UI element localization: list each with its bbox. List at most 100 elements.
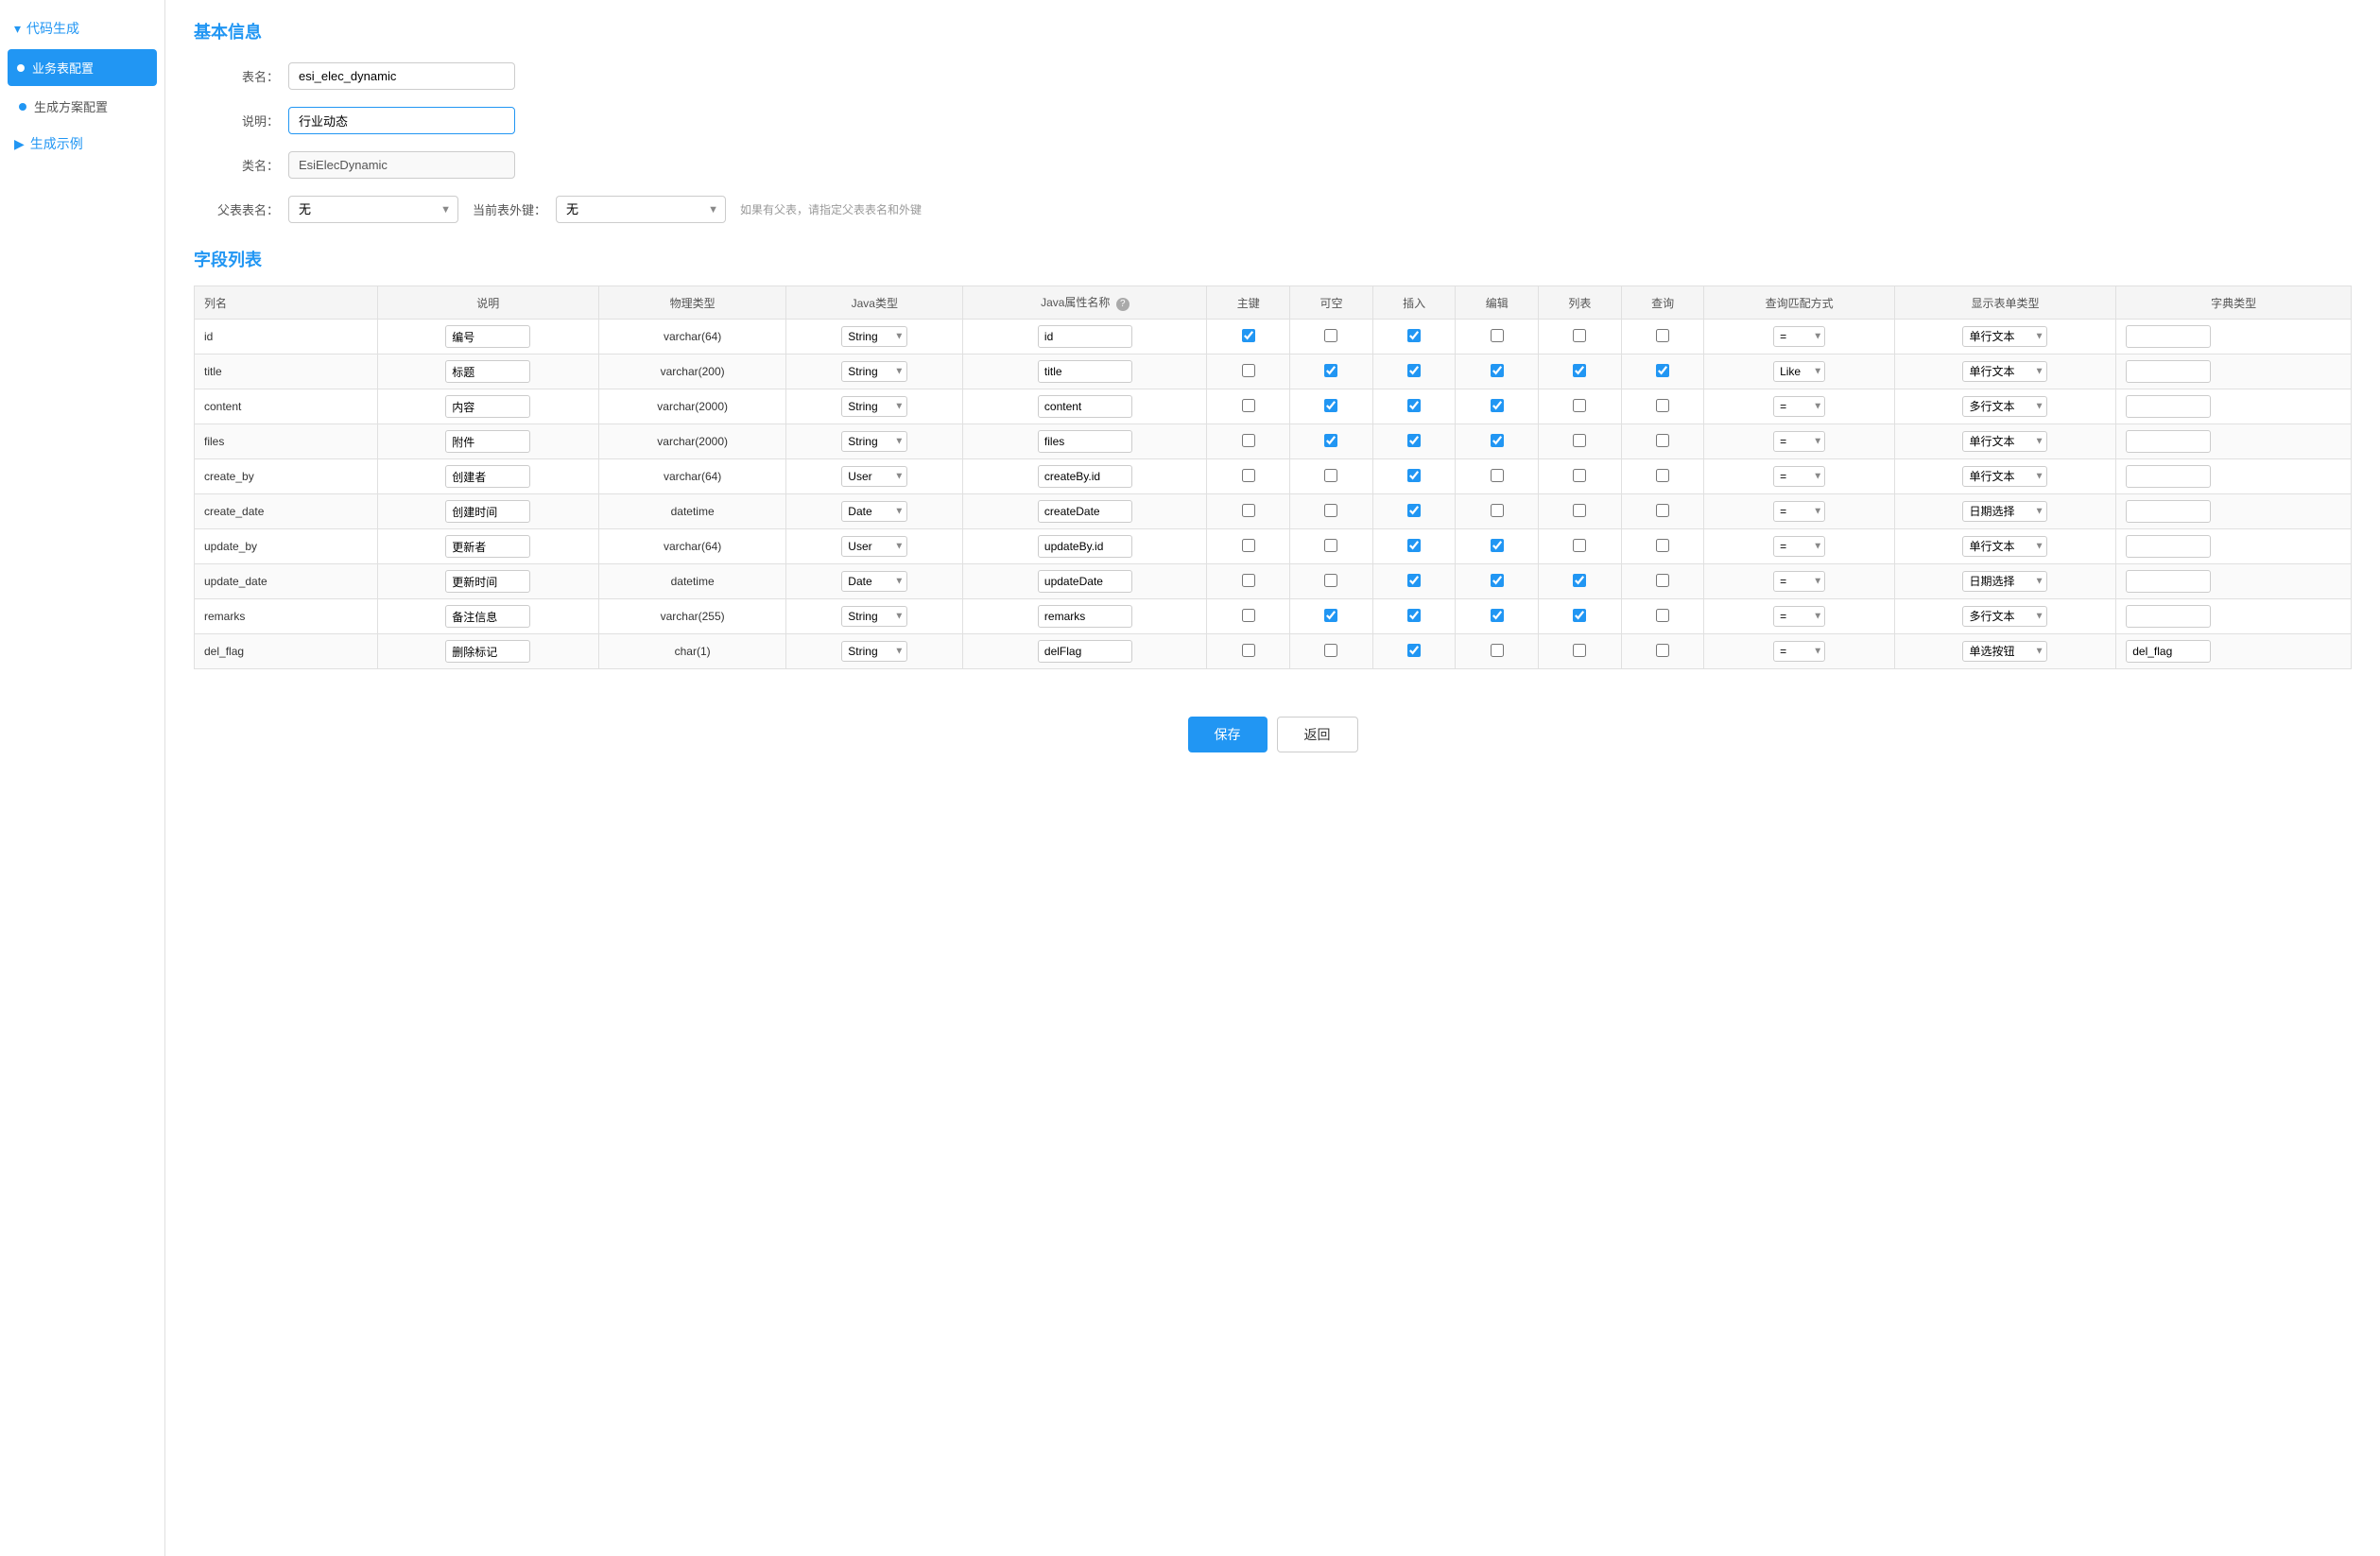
sidebar-group-code-gen[interactable]: ▾ 代码生成 [0,9,164,47]
edit-checkbox[interactable] [1491,399,1504,412]
edit-checkbox[interactable] [1491,504,1504,517]
java-attr-input[interactable] [1038,360,1132,383]
dict-type-input[interactable] [2126,465,2211,488]
nullable-checkbox[interactable] [1324,609,1337,622]
java-attr-input[interactable] [1038,535,1132,558]
java-attr-input[interactable] [1038,570,1132,593]
sidebar-item-business-table[interactable]: 业务表配置 [8,49,157,86]
query-checkbox[interactable] [1656,434,1669,447]
java-attr-input[interactable] [1038,430,1132,453]
list-checkbox[interactable] [1573,539,1586,552]
display-type-select[interactable]: 单行文本多行文本下拉选择单选按钮复选框日期选择 [1962,606,2047,627]
help-icon[interactable]: ? [1116,298,1130,311]
dict-type-input[interactable] [2126,605,2211,628]
nullable-checkbox[interactable] [1324,329,1337,342]
java-type-select[interactable]: StringIntegerLongDoubleDateUser [841,396,907,417]
query-match-select[interactable]: =Like>=<=!= [1773,396,1825,417]
list-checkbox[interactable] [1573,434,1586,447]
desc-input[interactable] [445,605,530,628]
java-attr-input[interactable] [1038,395,1132,418]
query-match-select[interactable]: =Like>=<=!= [1773,431,1825,452]
insert-checkbox[interactable] [1407,504,1421,517]
dict-type-input[interactable] [2126,535,2211,558]
query-checkbox[interactable] [1656,329,1669,342]
java-type-select[interactable]: StringIntegerLongDoubleDateUser [841,431,907,452]
query-checkbox[interactable] [1656,539,1669,552]
edit-checkbox[interactable] [1491,364,1504,377]
dict-type-input[interactable] [2126,570,2211,593]
dict-type-input[interactable] [2126,325,2211,348]
isPK-checkbox[interactable] [1242,329,1255,342]
query-match-select[interactable]: =Like>=<=!= [1773,641,1825,662]
desc-input[interactable] [445,325,530,348]
isPK-checkbox[interactable] [1242,504,1255,517]
display-type-select[interactable]: 单行文本多行文本下拉选择单选按钮复选框日期选择 [1962,326,2047,347]
display-type-select[interactable]: 单行文本多行文本下拉选择单选按钮复选框日期选择 [1962,431,2047,452]
sidebar-group-gen-example[interactable]: ▶ 生成示例 [0,125,164,163]
query-match-select[interactable]: =Like>=<=!= [1773,571,1825,592]
query-match-select[interactable]: =Like>=<=!= [1773,361,1825,382]
java-type-select[interactable]: StringIntegerLongDoubleDateUser [841,466,907,487]
query-checkbox[interactable] [1656,609,1669,622]
insert-checkbox[interactable] [1407,329,1421,342]
java-type-select[interactable]: StringIntegerLongDoubleDateUser [841,501,907,522]
isPK-checkbox[interactable] [1242,469,1255,482]
java-attr-input[interactable] [1038,640,1132,663]
edit-checkbox[interactable] [1491,539,1504,552]
nullable-checkbox[interactable] [1324,574,1337,587]
insert-checkbox[interactable] [1407,609,1421,622]
table-name-input[interactable] [288,62,515,90]
isPK-checkbox[interactable] [1242,539,1255,552]
desc-input[interactable] [445,640,530,663]
insert-checkbox[interactable] [1407,364,1421,377]
insert-checkbox[interactable] [1407,469,1421,482]
display-type-select[interactable]: 单行文本多行文本下拉选择单选按钮复选框日期选择 [1962,571,2047,592]
isPK-checkbox[interactable] [1242,644,1255,657]
java-attr-input[interactable] [1038,605,1132,628]
dict-type-input[interactable] [2126,430,2211,453]
nullable-checkbox[interactable] [1324,364,1337,377]
query-checkbox[interactable] [1656,469,1669,482]
nullable-checkbox[interactable] [1324,644,1337,657]
desc-input[interactable] [445,570,530,593]
nullable-checkbox[interactable] [1324,469,1337,482]
display-type-select[interactable]: 单行文本多行文本下拉选择单选按钮复选框日期选择 [1962,641,2047,662]
isPK-checkbox[interactable] [1242,574,1255,587]
list-checkbox[interactable] [1573,469,1586,482]
query-checkbox[interactable] [1656,574,1669,587]
list-checkbox[interactable] [1573,364,1586,377]
list-checkbox[interactable] [1573,609,1586,622]
foreign-key-select[interactable]: 无 [556,196,726,223]
display-type-select[interactable]: 单行文本多行文本下拉选择单选按钮复选框日期选择 [1962,466,2047,487]
insert-checkbox[interactable] [1407,644,1421,657]
edit-checkbox[interactable] [1491,329,1504,342]
save-button[interactable]: 保存 [1188,717,1268,752]
java-type-select[interactable]: StringIntegerLongDoubleDateUser [841,326,907,347]
edit-checkbox[interactable] [1491,469,1504,482]
display-type-select[interactable]: 单行文本多行文本下拉选择单选按钮复选框日期选择 [1962,536,2047,557]
query-checkbox[interactable] [1656,364,1669,377]
edit-checkbox[interactable] [1491,609,1504,622]
query-match-select[interactable]: =Like>=<=!= [1773,606,1825,627]
nullable-checkbox[interactable] [1324,504,1337,517]
edit-checkbox[interactable] [1491,574,1504,587]
list-checkbox[interactable] [1573,329,1586,342]
java-type-select[interactable]: StringIntegerLongDoubleDateUser [841,641,907,662]
query-checkbox[interactable] [1656,644,1669,657]
isPK-checkbox[interactable] [1242,609,1255,622]
desc-input[interactable] [445,360,530,383]
edit-checkbox[interactable] [1491,644,1504,657]
parent-table-select[interactable]: 无 [288,196,458,223]
insert-checkbox[interactable] [1407,399,1421,412]
query-match-select[interactable]: =Like>=<=!= [1773,466,1825,487]
list-checkbox[interactable] [1573,644,1586,657]
dict-type-input[interactable] [2126,500,2211,523]
java-type-select[interactable]: StringIntegerLongDoubleDateUser [841,536,907,557]
desc-input[interactable] [445,465,530,488]
desc-input[interactable] [445,500,530,523]
list-checkbox[interactable] [1573,504,1586,517]
java-attr-input[interactable] [1038,500,1132,523]
dict-type-input[interactable] [2126,360,2211,383]
desc-input[interactable] [445,395,530,418]
insert-checkbox[interactable] [1407,434,1421,447]
